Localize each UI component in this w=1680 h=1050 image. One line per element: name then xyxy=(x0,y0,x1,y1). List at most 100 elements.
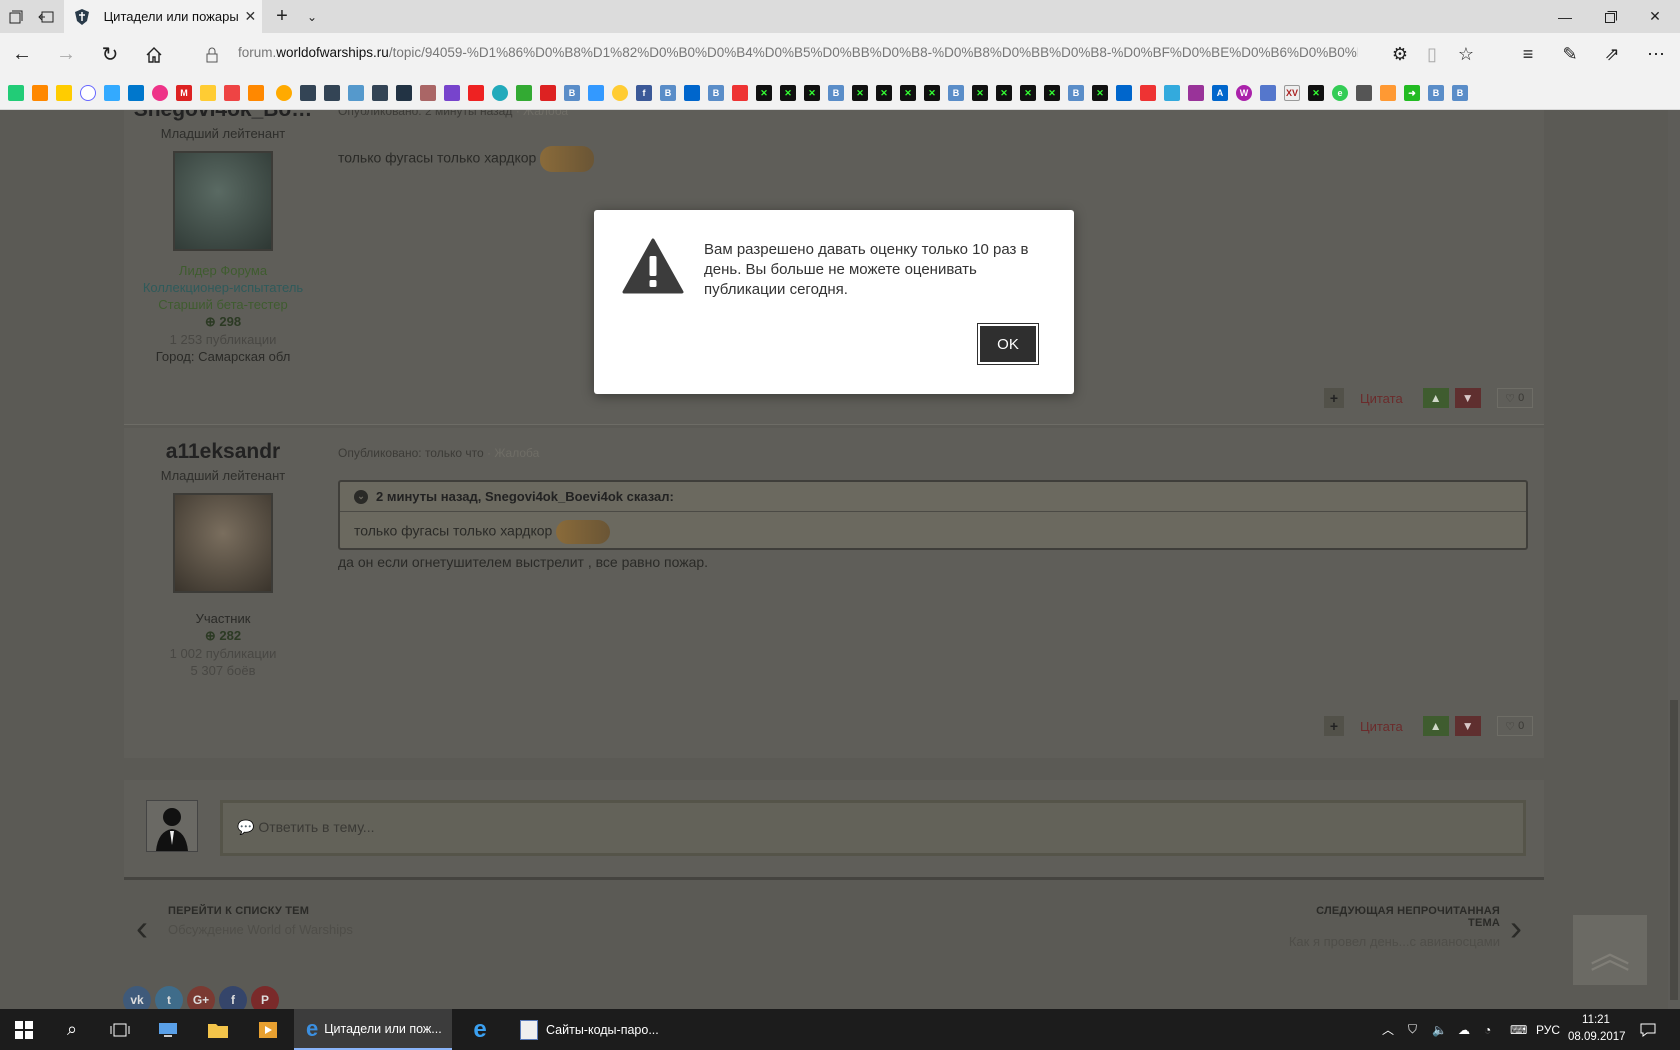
refresh-icon[interactable]: ↻ xyxy=(88,33,132,76)
fav-icon[interactable]: B xyxy=(828,85,844,101)
language-indicator[interactable]: РУС xyxy=(1536,1009,1560,1050)
fav-icon[interactable]: M xyxy=(176,85,192,101)
url-field[interactable]: forum.worldofwarships.ru/topic/94059-%D1… xyxy=(238,45,1358,60)
fav-icon[interactable]: XV xyxy=(1284,85,1300,101)
chevron-left-icon[interactable]: ‹ xyxy=(136,910,148,946)
fav-icon[interactable] xyxy=(516,85,532,101)
minimize-icon[interactable]: — xyxy=(1540,0,1590,33)
report-link[interactable]: · Жалоба xyxy=(516,110,568,118)
fav-icon[interactable] xyxy=(1140,85,1156,101)
file-explorer-icon[interactable] xyxy=(194,1009,242,1050)
scroll-to-top-button[interactable]: ︽ xyxy=(1573,915,1647,985)
fav-icon[interactable]: B xyxy=(948,85,964,101)
page-scrollbar[interactable] xyxy=(1668,110,1680,1009)
fav-icon[interactable] xyxy=(1116,85,1132,101)
hub-icon[interactable]: ≡ xyxy=(1508,33,1548,76)
ok-button[interactable]: OK xyxy=(977,323,1039,365)
fav-icon[interactable] xyxy=(420,85,436,101)
next-topic-link[interactable]: СЛЕДУЮЩАЯ НЕПРОЧИТАННАЯ ТЕМА Как я прове… xyxy=(1284,905,1500,949)
taskbar-app-edge[interactable]: e Цитадели или пож... xyxy=(294,1009,452,1050)
multiquote-button[interactable]: + xyxy=(1324,716,1344,736)
back-icon[interactable]: ← xyxy=(0,33,44,76)
quote-header[interactable]: ⌄ 2 минуты назад, Snegovi4ok_Boevi4ok ск… xyxy=(340,482,1526,512)
chevron-right-icon[interactable]: › xyxy=(1510,910,1522,946)
fav-icon[interactable] xyxy=(732,85,748,101)
fav-icon[interactable]: e xyxy=(1332,85,1348,101)
fav-icon[interactable]: ✕ xyxy=(804,85,820,101)
fav-icon[interactable] xyxy=(612,85,628,101)
share-icon[interactable]: ⇗ xyxy=(1592,33,1632,76)
author-name[interactable]: a11eksandr xyxy=(124,440,322,464)
web-note-icon[interactable]: ✎ xyxy=(1550,33,1590,76)
fav-icon[interactable]: ✕ xyxy=(1092,85,1108,101)
set-tabs-aside-icon[interactable] xyxy=(34,0,58,33)
more-icon[interactable]: ⋯ xyxy=(1636,33,1676,76)
fav-icon[interactable] xyxy=(32,85,48,101)
new-tab-icon[interactable]: + xyxy=(270,0,294,33)
reply-input[interactable]: 💬 Ответить в тему... xyxy=(220,800,1526,856)
fav-icon[interactable] xyxy=(276,85,292,101)
fav-icon[interactable]: ✕ xyxy=(996,85,1012,101)
vote-down-button[interactable]: ▼ xyxy=(1454,716,1481,736)
fav-icon[interactable]: ✕ xyxy=(876,85,892,101)
fav-icon[interactable]: W xyxy=(1236,85,1252,101)
like-counter[interactable]: ♡ 0 xyxy=(1496,716,1533,736)
fav-icon[interactable] xyxy=(200,85,216,101)
fav-icon[interactable]: ✕ xyxy=(900,85,916,101)
fav-icon[interactable] xyxy=(444,85,460,101)
fav-icon[interactable] xyxy=(1164,85,1180,101)
quote-button[interactable]: Цитата xyxy=(1360,719,1403,734)
network-icon[interactable]: ◔ xyxy=(1484,1009,1491,1050)
report-link[interactable]: · Жалоба xyxy=(487,446,539,460)
home-icon[interactable] xyxy=(132,33,176,76)
fav-icon[interactable] xyxy=(492,85,508,101)
fav-icon[interactable] xyxy=(300,85,316,101)
fav-icon[interactable] xyxy=(684,85,700,101)
avatar[interactable] xyxy=(173,493,273,593)
close-window-icon[interactable]: ✕ xyxy=(1630,0,1680,33)
fav-icon[interactable]: B xyxy=(1452,85,1468,101)
fav-icon[interactable] xyxy=(8,85,24,101)
fav-icon[interactable]: ✕ xyxy=(1044,85,1060,101)
fav-icon[interactable]: ➜ xyxy=(1404,85,1420,101)
fav-icon[interactable]: A xyxy=(1212,85,1228,101)
show-hidden-icons-icon[interactable]: ︿ xyxy=(1382,1009,1394,1050)
fav-icon[interactable] xyxy=(224,85,240,101)
prev-topic-link[interactable]: ПЕРЕЙТИ К СПИСКУ ТЕМ Обсуждение World of… xyxy=(168,905,353,937)
fav-icon[interactable]: ✕ xyxy=(972,85,988,101)
vk-share-icon[interactable]: vk xyxy=(123,986,151,1009)
quote-button[interactable]: Цитата xyxy=(1360,391,1403,406)
media-player-icon[interactable] xyxy=(244,1009,292,1050)
tab-preview-chevron-icon[interactable]: ⌄ xyxy=(300,0,324,33)
author-name[interactable]: Snegovi4ok_Bo… xyxy=(124,110,322,122)
multiquote-button[interactable]: + xyxy=(1324,388,1344,408)
fav-icon[interactable] xyxy=(152,85,168,101)
task-view-icon[interactable] xyxy=(96,1009,144,1050)
fav-icon[interactable] xyxy=(372,85,388,101)
fav-icon[interactable] xyxy=(540,85,556,101)
vote-up-button[interactable]: ▲ xyxy=(1422,716,1449,736)
facebook-share-icon[interactable]: f xyxy=(219,986,247,1009)
fav-icon[interactable]: ✕ xyxy=(924,85,940,101)
fav-icon[interactable]: f xyxy=(636,85,652,101)
fav-icon[interactable] xyxy=(1380,85,1396,101)
fav-icon[interactable]: ✕ xyxy=(1020,85,1036,101)
fav-icon[interactable] xyxy=(1356,85,1372,101)
fav-icon[interactable] xyxy=(1188,85,1204,101)
fav-icon[interactable] xyxy=(248,85,264,101)
twitter-share-icon[interactable]: t xyxy=(155,986,183,1009)
google-plus-share-icon[interactable]: G+ xyxy=(187,986,215,1009)
fav-icon[interactable]: ✕ xyxy=(756,85,772,101)
restore-icon[interactable] xyxy=(1586,0,1636,33)
fav-icon[interactable] xyxy=(128,85,144,101)
fav-icon[interactable] xyxy=(80,85,96,101)
fav-icon[interactable] xyxy=(56,85,72,101)
fav-icon[interactable] xyxy=(1260,85,1276,101)
defender-icon[interactable]: ⛉ xyxy=(1408,1009,1417,1050)
scrollbar-thumb[interactable] xyxy=(1670,700,1678,1000)
fav-icon[interactable] xyxy=(396,85,412,101)
tab-close-icon[interactable]: ✕ xyxy=(239,8,262,25)
volume-icon[interactable]: 🔈 xyxy=(1432,1009,1447,1050)
fav-icon[interactable] xyxy=(588,85,604,101)
pinterest-share-icon[interactable]: P xyxy=(251,986,279,1009)
